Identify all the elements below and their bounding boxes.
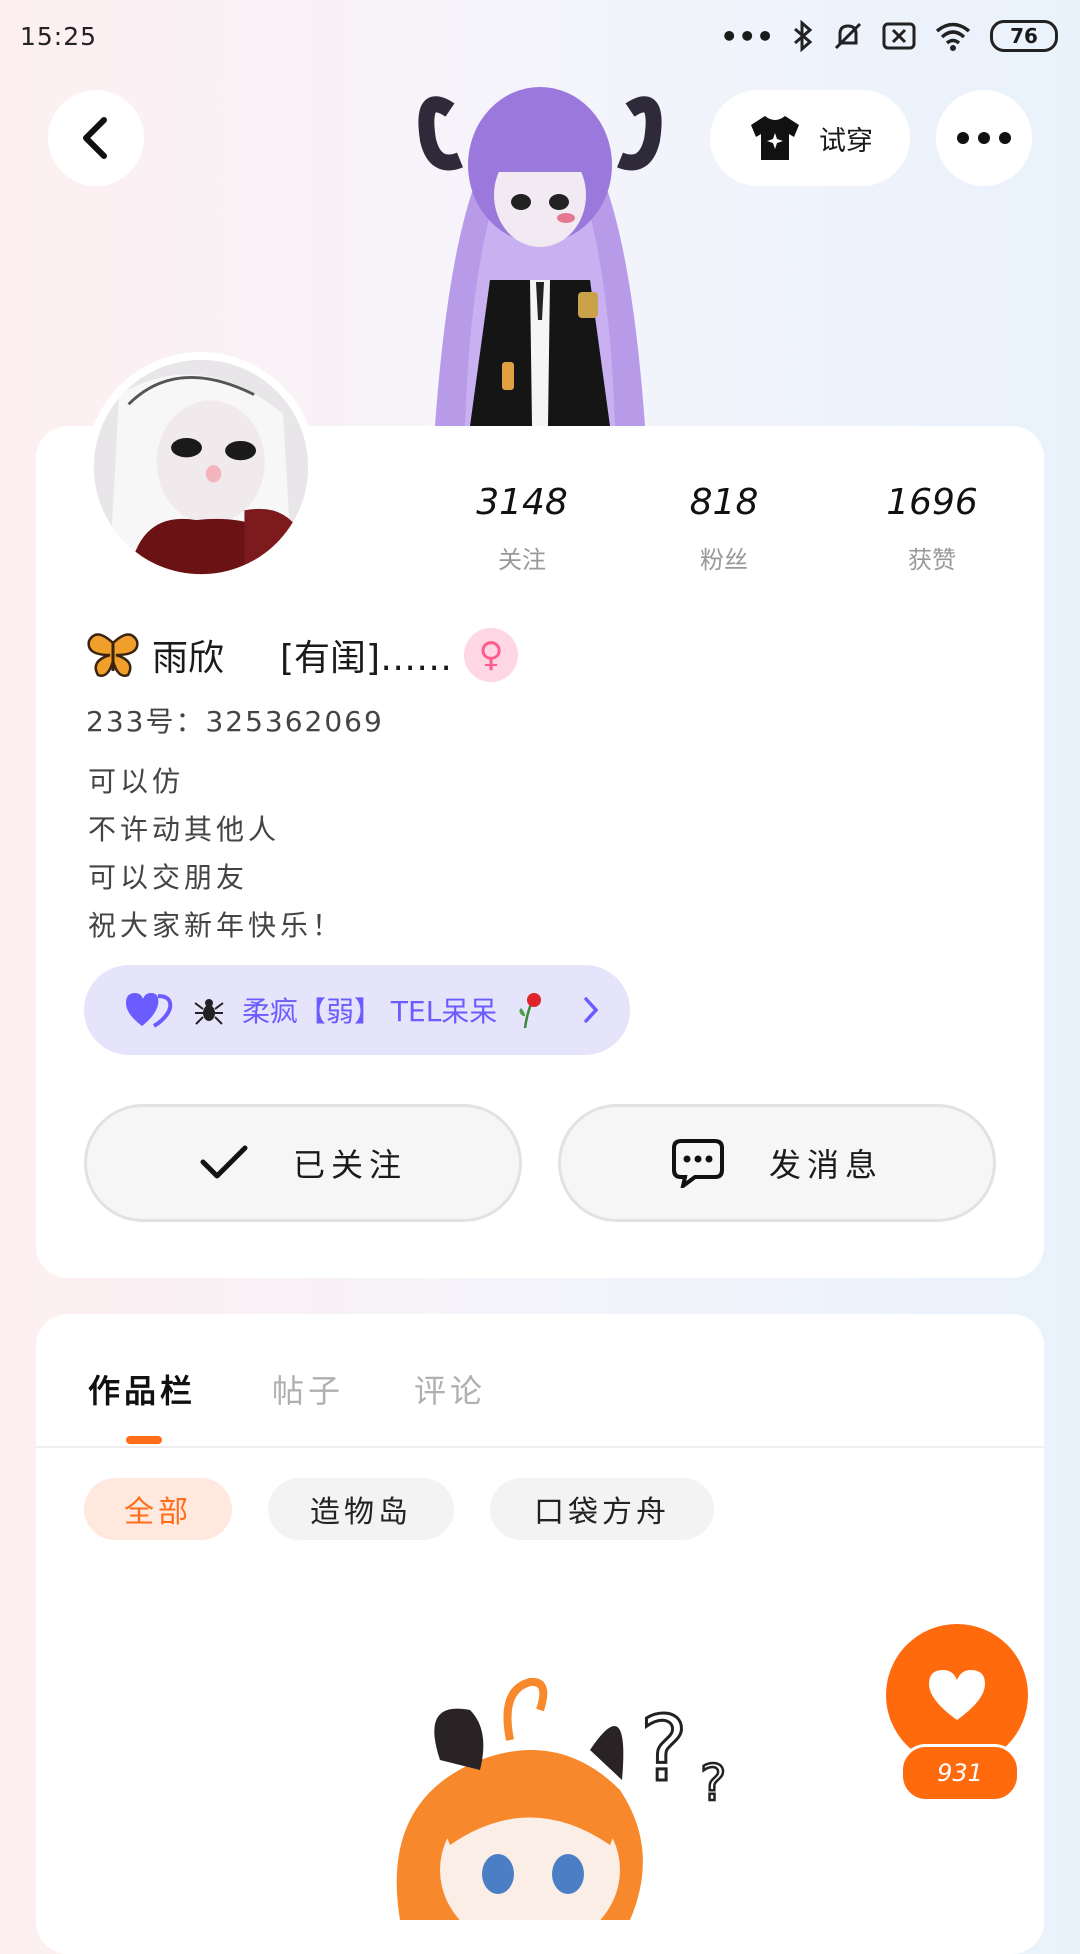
more-button[interactable] [936, 90, 1032, 186]
bio-line: 祝大家新年快乐！ [88, 909, 345, 942]
filter-all[interactable]: 全部 [84, 1478, 232, 1540]
stat-following-count[interactable]: 3148 [442, 482, 602, 523]
tab-posts[interactable]: 帖子 [272, 1366, 344, 1412]
tryon-button[interactable]: 试穿 [710, 90, 910, 186]
more-dots-icon: ••• [720, 19, 774, 53]
heart-icon [929, 1670, 985, 1720]
mute-bell-icon [834, 22, 862, 50]
bluetooth-icon [794, 20, 813, 52]
chevron-right-icon [584, 997, 599, 1023]
user-id[interactable]: 233号：325362069 [86, 700, 384, 740]
user-name: 雨欣 [152, 638, 225, 679]
sim-off-icon [882, 22, 916, 50]
name-row: 雨欣 [有闺]…… ♀ [86, 628, 519, 682]
svg-text:?: ? [700, 1754, 727, 1812]
followed-button[interactable]: 已关注 [84, 1104, 522, 1222]
tryon-label: 试穿 [819, 125, 873, 157]
bio-line: 可以交朋友 [88, 861, 249, 894]
like-count: 931 [900, 1744, 1020, 1802]
status-icons: ••• 76 [720, 16, 1058, 56]
bio-line: 可以仿 [88, 765, 185, 798]
filter-creation-island[interactable]: 造物岛 [268, 1478, 454, 1540]
more-dots-icon [957, 132, 1011, 144]
stat-fans-count[interactable]: 818 [644, 482, 804, 523]
double-heart-icon [126, 993, 173, 1028]
avatar-model[interactable] [380, 70, 700, 426]
medal-text: 柔疯【弱】 TEL呆呆 [242, 995, 498, 1028]
stat-likes-label[interactable]: 获赞 [852, 540, 1012, 575]
check-icon [200, 1145, 248, 1179]
stat-likes-count[interactable]: 1696 [852, 482, 1012, 523]
tab-indicator [126, 1436, 162, 1444]
user-name-suffix: [有闺]…… [280, 638, 453, 679]
tab-comments[interactable]: 评论 [414, 1366, 486, 1412]
battery-icon: 76 [990, 20, 1058, 52]
svg-text:?: ? [640, 1697, 688, 1802]
stat-following-label[interactable]: 关注 [442, 540, 602, 575]
send-message-label: 发消息 [768, 1146, 883, 1184]
female-gender-icon: ♀ [464, 628, 519, 682]
back-button[interactable] [48, 90, 144, 186]
empty-state-illustration: ? ? [396, 1677, 728, 1920]
spider-icon [194, 999, 224, 1025]
tshirt-icon [751, 116, 799, 160]
send-message-button[interactable]: 发消息 [558, 1104, 996, 1222]
chevron-left-icon [83, 117, 107, 159]
filter-pocket-ark[interactable]: 口袋方舟 [490, 1478, 714, 1540]
status-time: 15:25 [20, 22, 98, 51]
bio: 可以仿 不许动其他人 可以交朋友 祝大家新年快乐！ [88, 760, 344, 952]
bio-line: 不许动其他人 [88, 813, 281, 846]
rose-icon [519, 993, 542, 1029]
followed-label: 已关注 [292, 1146, 407, 1184]
butterfly-icon [87, 633, 139, 677]
stat-fans-label[interactable]: 粉丝 [644, 540, 804, 575]
relationship-medal[interactable]: 柔疯【弱】 TEL呆呆 [84, 965, 630, 1055]
avatar[interactable] [86, 352, 316, 582]
chat-bubble-icon [671, 1139, 724, 1188]
tab-works[interactable]: 作品栏 [88, 1366, 196, 1412]
wifi-icon [935, 22, 971, 51]
tab-divider [36, 1446, 1044, 1448]
